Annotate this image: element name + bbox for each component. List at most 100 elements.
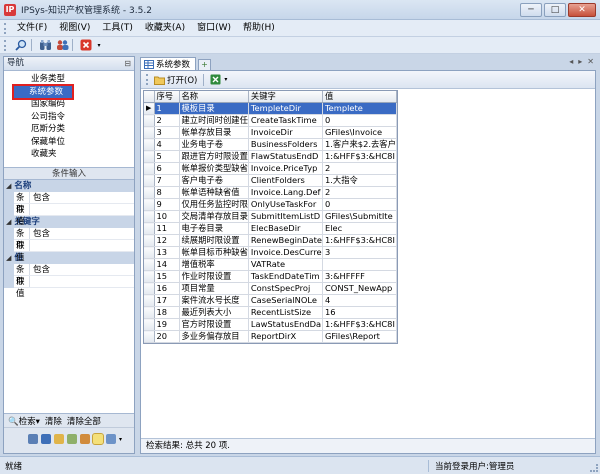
cell-name[interactable]: 帐单报价类型缺省 bbox=[179, 162, 249, 176]
cell-name[interactable]: 仅用任务监控时限 bbox=[179, 198, 249, 212]
table-row[interactable]: 8 帐单语种缺省值 Invoice.Lang.Def 2 bbox=[144, 186, 397, 200]
table-row[interactable]: ▶ 1 模板目录 TempleteDir Templete bbox=[144, 102, 397, 116]
cell-value[interactable]: 1:&HFF$3:&HC8I bbox=[322, 234, 397, 248]
nav-item-favorites[interactable]: 收藏夹 bbox=[4, 148, 134, 161]
new-tab-button[interactable]: + bbox=[198, 59, 212, 70]
cell-name[interactable]: 续展期时限设置 bbox=[179, 234, 249, 248]
close-red-icon[interactable] bbox=[79, 39, 93, 52]
table-row[interactable]: 20 多业务偏存放目 ReportDirX GFiles\Report bbox=[144, 330, 397, 344]
collapse-icon[interactable]: ◢ bbox=[6, 252, 11, 264]
cell-name[interactable]: 最近列表大小 bbox=[179, 306, 249, 320]
row-indicator[interactable] bbox=[144, 318, 155, 332]
cell-name[interactable]: 增值税率 bbox=[179, 258, 249, 272]
settings-icon[interactable] bbox=[80, 434, 90, 444]
cell-value[interactable]: CONST_NewApp bbox=[322, 282, 397, 296]
cell-value[interactable]: 1:&HFF$3:&HC8I bbox=[322, 150, 397, 164]
table-row[interactable]: 19 官方时限设置 LawStatusEndDa 1:&HFF$3:&HC8I bbox=[144, 318, 397, 332]
collapse-icon[interactable]: ◢ bbox=[6, 216, 11, 228]
cell-value[interactable]: GFiles\Invoice bbox=[322, 126, 397, 140]
row-indicator[interactable] bbox=[144, 138, 155, 152]
open-button[interactable]: 打开(O) bbox=[154, 74, 197, 86]
cell-value[interactable]: 0 bbox=[322, 198, 397, 212]
nav-item-country-codes[interactable]: 国家编码 bbox=[4, 98, 134, 111]
cell-no[interactable]: 2 bbox=[154, 114, 180, 128]
cell-name[interactable]: 客户电子卷 bbox=[179, 174, 249, 188]
cell-value[interactable]: 1.大指令 bbox=[322, 174, 397, 188]
nav-item-company-orders[interactable]: 公司指令 bbox=[4, 111, 134, 124]
cell-name[interactable]: 交局清单存放目录 bbox=[179, 210, 249, 224]
binoculars-icon[interactable] bbox=[38, 39, 52, 52]
search-action[interactable]: 🔍检索▾ bbox=[8, 415, 40, 427]
clear-button[interactable]: 清除 bbox=[45, 415, 62, 427]
cell-name[interactable]: 作业时限设置 bbox=[179, 270, 249, 284]
col-header-name[interactable]: 名称 bbox=[179, 91, 249, 104]
table-row[interactable]: 6 帐单报价类型缺省 Invoice.PriceTyp 2 bbox=[144, 162, 397, 176]
cell-no[interactable]: 4 bbox=[154, 138, 180, 152]
col-header-key[interactable]: 关键字 bbox=[248, 91, 324, 104]
table-row[interactable]: 17 案件流水号长度 CaseSerialNOLe 4 bbox=[144, 294, 397, 308]
cell-no[interactable]: 20 bbox=[154, 330, 180, 344]
scroll-left-icon[interactable]: ◂ bbox=[569, 57, 573, 66]
cell-key[interactable]: SubmitItemListD bbox=[248, 210, 324, 224]
cell-value[interactable]: 3:&HFFFF bbox=[322, 270, 397, 284]
cell-value[interactable]: 2 bbox=[322, 162, 397, 176]
col-header-value[interactable]: 值 bbox=[322, 91, 397, 104]
cell-no[interactable]: 10 bbox=[154, 210, 180, 224]
row-indicator[interactable] bbox=[144, 162, 155, 176]
cell-key[interactable]: ConstSpecProj bbox=[248, 282, 324, 296]
dropdown-arrow-icon[interactable]: ▾ bbox=[96, 39, 102, 52]
row-indicator[interactable] bbox=[144, 210, 155, 224]
folder-icon[interactable] bbox=[54, 434, 64, 444]
tab-system-params[interactable]: 系统参数 bbox=[140, 57, 197, 70]
users-icon[interactable] bbox=[55, 39, 69, 52]
table-row[interactable]: 16 项目常量 ConstSpecProj CONST_NewApp bbox=[144, 282, 397, 296]
cell-no[interactable]: 12 bbox=[154, 234, 180, 248]
nav-item-system-params[interactable]: 系统参数 bbox=[12, 83, 74, 100]
row-indicator[interactable] bbox=[144, 126, 155, 140]
prop-value[interactable] bbox=[30, 240, 134, 251]
cell-name[interactable]: 帐单语种缺省值 bbox=[179, 186, 249, 200]
nav-item-business-type[interactable]: 业务类型 bbox=[4, 73, 134, 86]
window-icon[interactable] bbox=[106, 434, 116, 444]
maximize-button[interactable]: □ bbox=[544, 3, 566, 17]
cell-value[interactable]: 3 bbox=[322, 246, 397, 260]
cell-key[interactable]: OnlyUseTaskFor bbox=[248, 198, 324, 212]
cell-value[interactable]: 1.客户来$2.去客户 bbox=[322, 138, 397, 152]
cell-no[interactable]: 19 bbox=[154, 318, 180, 332]
prop-value[interactable] bbox=[30, 204, 134, 215]
prop-value[interactable]: 包含 bbox=[30, 192, 134, 203]
table-row[interactable]: 15 作业时限设置 TaskEndDateTim 3:&HFFFF bbox=[144, 270, 397, 284]
cell-no[interactable]: 1 bbox=[154, 102, 180, 116]
cell-key[interactable]: CaseSerialNOLe bbox=[248, 294, 324, 308]
cell-name[interactable]: 项目常量 bbox=[179, 282, 249, 296]
table-row[interactable]: 12 续展期时限设置 RenewBeginDate 1:&HFF$3:&HC8I bbox=[144, 234, 397, 248]
close-button[interactable]: ✕ bbox=[568, 3, 596, 17]
cell-value[interactable]: Templete bbox=[322, 102, 397, 116]
table-row[interactable]: 5 跟进官方时限设置 FlawStatusEndD 1:&HFF$3:&HC8I bbox=[144, 150, 397, 164]
value-row[interactable]: 取值 bbox=[4, 204, 134, 227]
nav-item-nice-classification[interactable]: 厄斯分类 bbox=[4, 123, 134, 136]
cell-name[interactable]: 跟进官方时限设置 bbox=[179, 150, 249, 164]
col-header-no[interactable]: 序号 bbox=[154, 91, 180, 104]
table-row[interactable]: 7 客户电子卷 ClientFolders 1.大指令 bbox=[144, 174, 397, 188]
condition-row[interactable]: 条件 包含 bbox=[4, 264, 134, 287]
cell-no[interactable]: 13 bbox=[154, 246, 180, 260]
cell-value[interactable]: Elec bbox=[322, 222, 397, 236]
cell-no[interactable]: 8 bbox=[154, 186, 180, 200]
cell-value[interactable]: GFiles\SubmitIte bbox=[322, 210, 397, 224]
cell-value[interactable]: GFiles\Report bbox=[322, 330, 397, 344]
pin-icon[interactable]: ⊟ bbox=[124, 57, 131, 70]
cell-key[interactable]: Invoice.PriceTyp bbox=[248, 162, 324, 176]
row-indicator[interactable] bbox=[144, 114, 155, 128]
scroll-right-icon[interactable]: ▸ bbox=[578, 57, 582, 66]
cell-key[interactable]: CreateTaskTime bbox=[248, 114, 324, 128]
dropdown-arrow-icon[interactable]: ▾ bbox=[119, 436, 122, 443]
table-row[interactable]: 3 帐单存放目录 InvoiceDir GFiles\Invoice bbox=[144, 126, 397, 140]
table-row[interactable]: 13 帐单目标币种缺省 Invoice.DesCurre 3 bbox=[144, 246, 397, 260]
cell-key[interactable]: LawStatusEndDa bbox=[248, 318, 324, 332]
cell-key[interactable]: ClientFolders bbox=[248, 174, 324, 188]
table-row[interactable]: 14 增值税率 VATRate bbox=[144, 258, 397, 272]
chart-icon[interactable] bbox=[28, 434, 38, 444]
cell-no[interactable]: 9 bbox=[154, 198, 180, 212]
condition-row[interactable]: 条件 包含 bbox=[4, 192, 134, 215]
